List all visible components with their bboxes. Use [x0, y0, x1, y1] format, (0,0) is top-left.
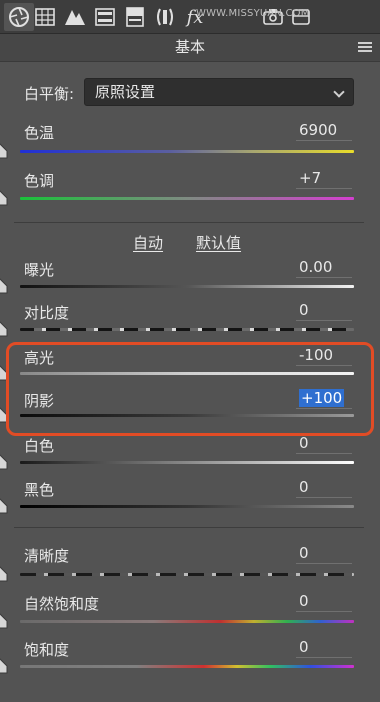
saturation-slider-thumb[interactable]: [0, 658, 8, 674]
blacks-track[interactable]: [20, 505, 354, 508]
panel-tab-toolbar: fx WWW.MISSYUAN.COM: [0, 0, 380, 34]
saturation-label: 饱和度: [24, 641, 70, 659]
whites-slider-thumb[interactable]: [0, 454, 8, 470]
temperature-track[interactable]: [20, 150, 354, 153]
temperature-value[interactable]: 6900: [296, 119, 352, 141]
whites-value[interactable]: 0: [296, 432, 352, 454]
hsl-bars-icon[interactable]: [90, 3, 120, 31]
clarity-label: 清晰度: [24, 547, 70, 565]
whites-track[interactable]: [20, 461, 354, 464]
shadows-slider-thumb[interactable]: [0, 407, 8, 423]
highlights-label: 高光: [24, 349, 55, 367]
highlights-slider-thumb[interactable]: [0, 365, 8, 381]
shadows-track[interactable]: [20, 414, 354, 417]
shadows-value[interactable]: +100: [296, 387, 352, 409]
vibrance-track[interactable]: [20, 620, 354, 623]
detail-icon[interactable]: [150, 3, 180, 31]
blacks-label: 黑色: [24, 481, 55, 499]
exposure-slider-thumb[interactable]: [0, 278, 8, 294]
highlights-track[interactable]: [20, 372, 354, 375]
white-balance-label: 白平衡:: [24, 85, 75, 103]
saturation-track[interactable]: [20, 665, 354, 668]
temperature-label: 色温: [24, 124, 55, 142]
tone-curve-grid-icon[interactable]: [30, 3, 60, 31]
highlights-value[interactable]: -100: [296, 344, 352, 366]
tint-slider-thumb[interactable]: [0, 190, 8, 206]
section-divider: [14, 222, 364, 223]
saturation-value[interactable]: 0: [296, 636, 352, 658]
vibrance-slider-thumb[interactable]: [0, 613, 8, 629]
temperature-slider-thumb[interactable]: [0, 143, 8, 159]
tint-track[interactable]: [20, 197, 354, 200]
contrast-value[interactable]: 0: [296, 299, 352, 321]
panel-title: 基本: [0, 34, 380, 62]
clarity-value[interactable]: 0: [296, 542, 352, 564]
chevron-down-icon: [333, 86, 345, 98]
exposure-value[interactable]: 0.00: [296, 256, 352, 278]
white-balance-select[interactable]: 原照设置: [84, 78, 354, 106]
clarity-slider-thumb[interactable]: [0, 566, 8, 582]
blacks-value[interactable]: 0: [296, 476, 352, 498]
exposure-label: 曝光: [24, 261, 55, 279]
shadows-value-text: +100: [299, 389, 345, 407]
tint-label: 色调: [24, 172, 55, 190]
split-toning-icon[interactable]: [120, 3, 150, 31]
white-balance-value: 原照设置: [95, 83, 156, 101]
vibrance-label: 自然饱和度: [24, 595, 100, 613]
watermark-text: WWW.MISSYUAN.COM: [196, 8, 310, 19]
contrast-track[interactable]: [20, 328, 354, 331]
section-divider: [14, 527, 364, 528]
default-button[interactable]: 默认值: [196, 232, 241, 253]
shadows-label: 阴影: [24, 392, 55, 410]
tint-value[interactable]: +7: [296, 167, 352, 189]
blacks-slider-thumb[interactable]: [0, 498, 8, 514]
whites-label: 白色: [24, 437, 55, 455]
mountains-icon[interactable]: [60, 3, 90, 31]
contrast-label: 对比度: [24, 304, 70, 322]
exposure-track[interactable]: [20, 285, 354, 288]
panel-menu-icon[interactable]: [358, 42, 372, 53]
contrast-slider-thumb[interactable]: [0, 321, 8, 337]
auto-button[interactable]: 自动: [133, 232, 163, 253]
clarity-track[interactable]: [20, 573, 354, 576]
vibrance-value[interactable]: 0: [296, 590, 352, 612]
